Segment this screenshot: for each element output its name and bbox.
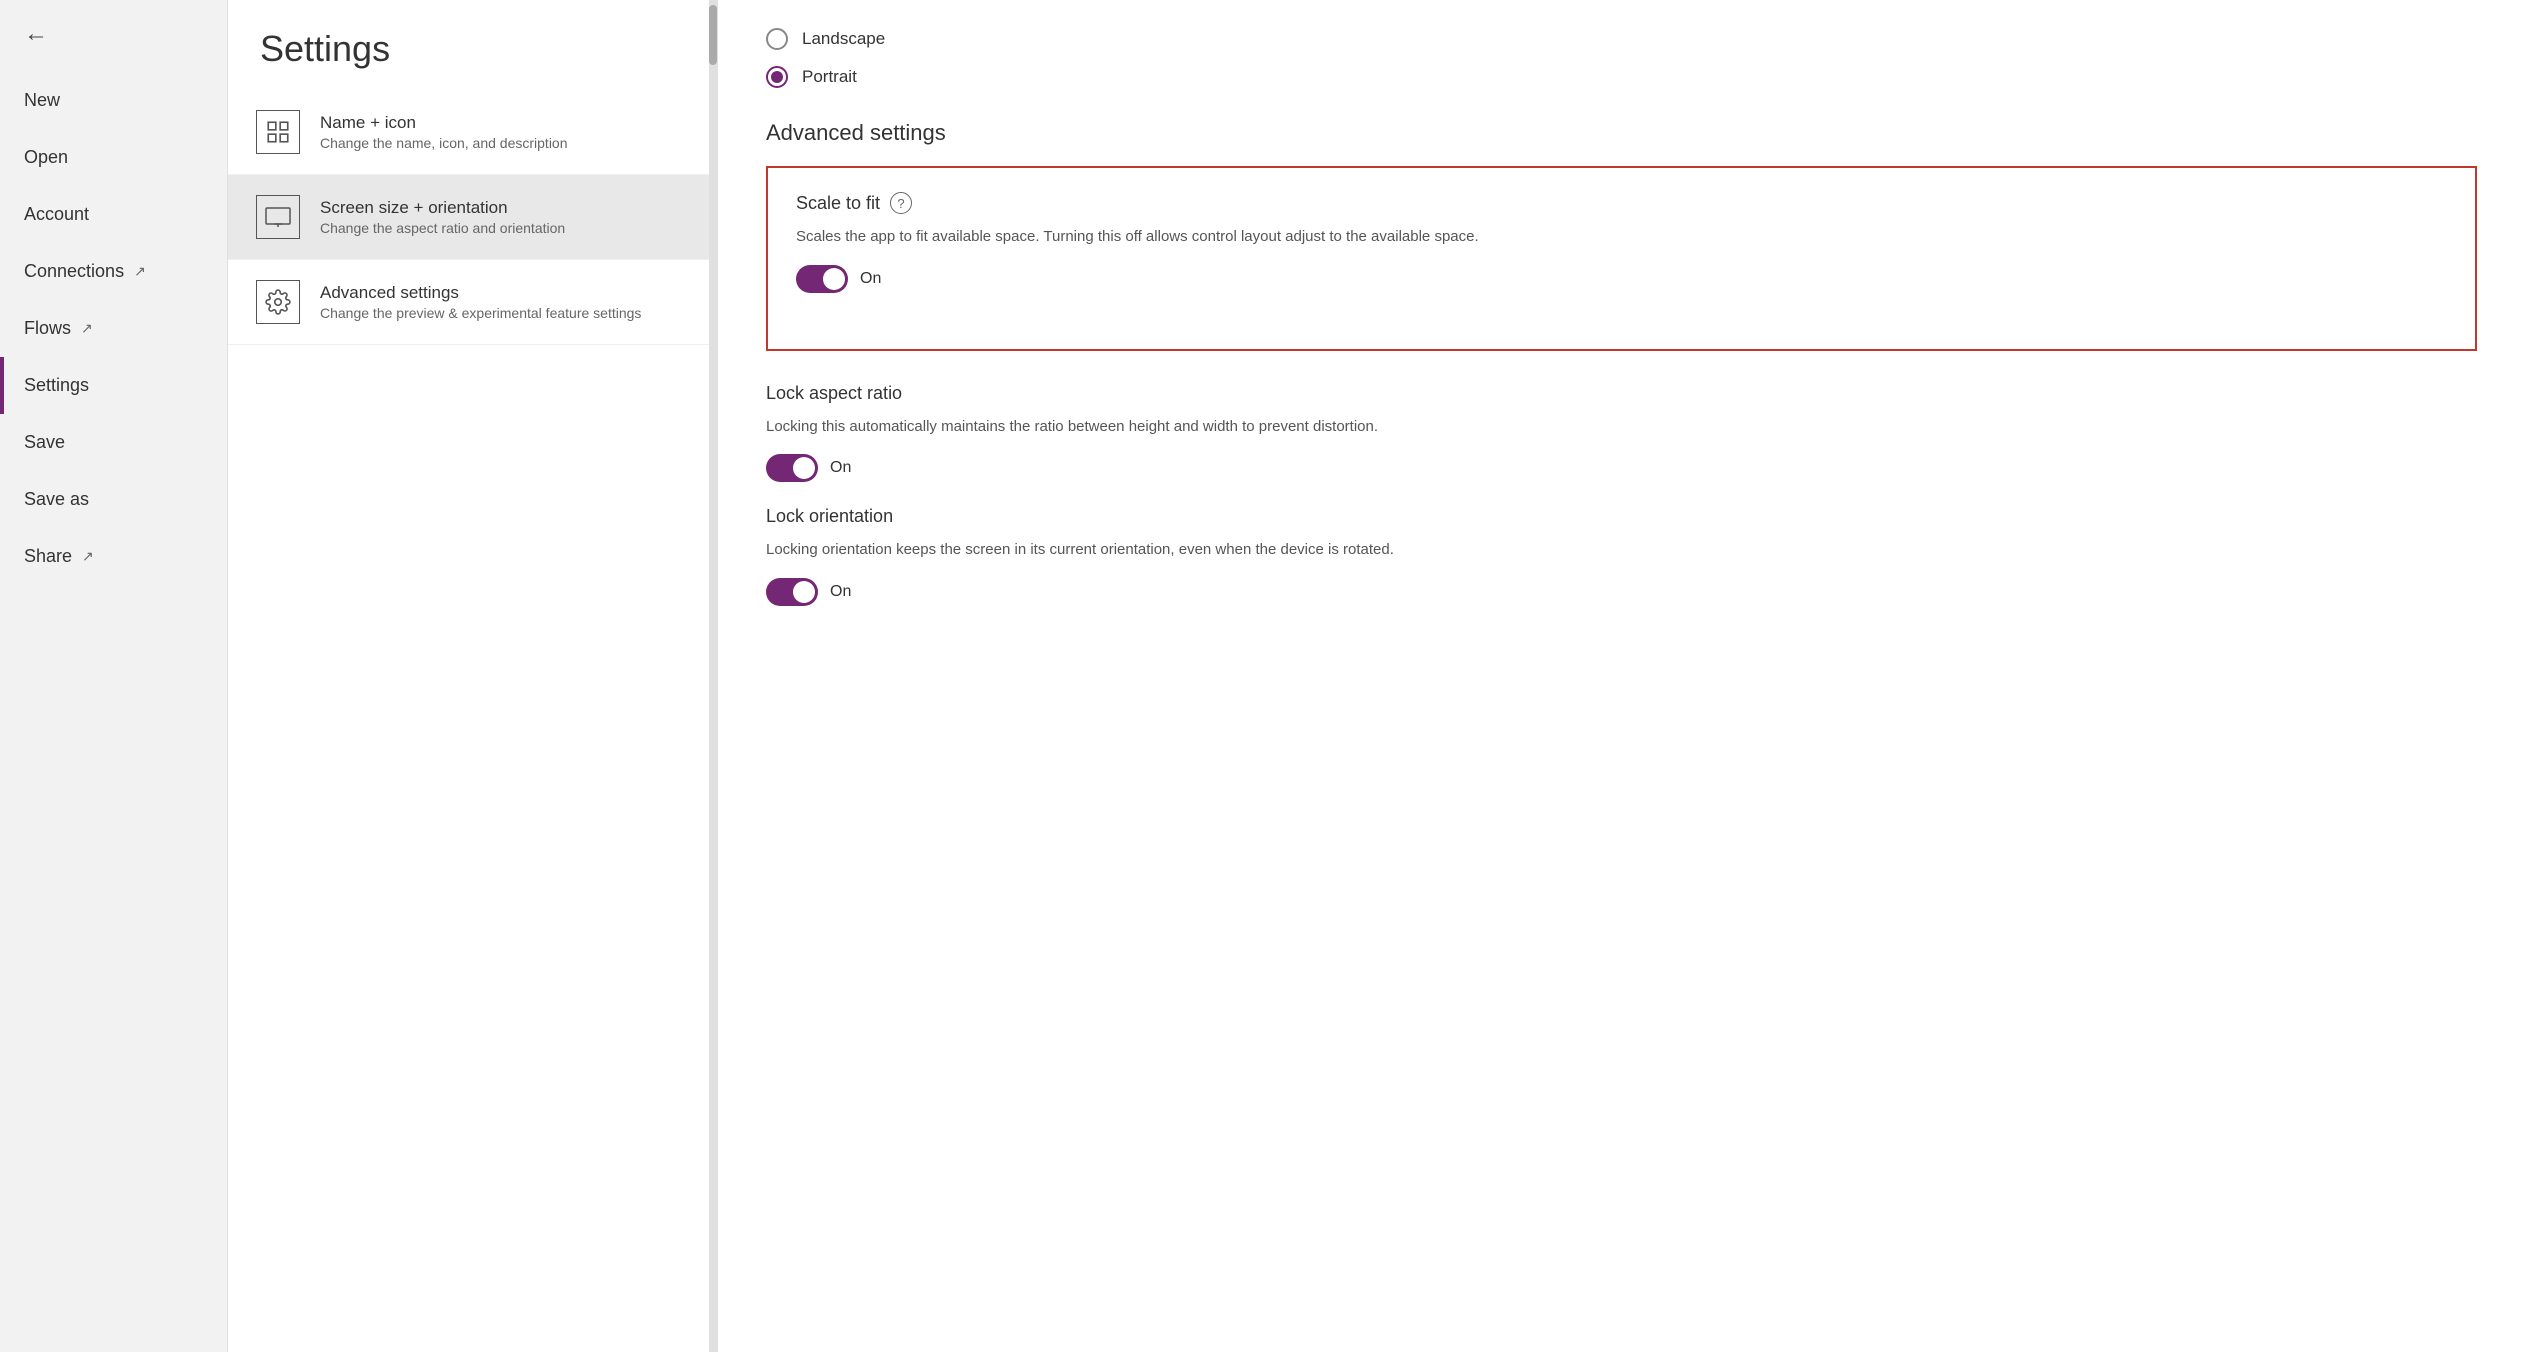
settings-nav-name-icon-text: Name + icon Change the name, icon, and d… — [320, 113, 568, 151]
sidebar-item-connections[interactable]: Connections ↗ — [0, 243, 227, 300]
lock-aspect-ratio-toggle[interactable] — [766, 454, 818, 482]
lock-aspect-ratio-title-row: Lock aspect ratio — [766, 383, 2477, 404]
scrollbar-thumb[interactable] — [709, 5, 717, 65]
advanced-settings-icon — [256, 280, 300, 324]
lock-orientation-description: Locking orientation keeps the screen in … — [766, 539, 2477, 562]
settings-nav-advanced[interactable]: Advanced settings Change the preview & e… — [228, 260, 717, 345]
sidebar-item-save-as-label: Save as — [24, 489, 89, 510]
sidebar: ← New Open Account Connections ↗ Flows ↗… — [0, 0, 228, 1352]
sidebar-item-account[interactable]: Account — [0, 186, 227, 243]
settings-nav-name-icon-subtitle: Change the name, icon, and description — [320, 135, 568, 151]
lock-orientation-title: Lock orientation — [766, 506, 893, 527]
right-panel: Landscape Portrait Advanced settings Sca… — [718, 0, 2525, 1352]
portrait-radio-button[interactable] — [766, 66, 788, 88]
external-link-icon: ↗ — [134, 263, 146, 280]
back-arrow-icon: ← — [24, 20, 48, 48]
scale-to-fit-title: Scale to fit — [796, 193, 880, 214]
settings-nav-advanced-title: Advanced settings — [320, 283, 641, 303]
external-link-icon: ↗ — [82, 548, 94, 565]
portrait-radio-item[interactable]: Portrait — [766, 66, 2477, 88]
sidebar-item-account-label: Account — [24, 204, 89, 225]
back-button[interactable]: ← — [0, 0, 227, 72]
sidebar-item-share-label: Share — [24, 546, 72, 567]
sidebar-item-settings-label: Settings — [24, 375, 89, 396]
lock-orientation-title-row: Lock orientation — [766, 506, 2477, 527]
screen-size-icon — [256, 195, 300, 239]
lock-orientation-toggle-label: On — [830, 583, 851, 601]
settings-nav-advanced-text: Advanced settings Change the preview & e… — [320, 283, 641, 321]
landscape-radio-button[interactable] — [766, 28, 788, 50]
orientation-radio-group: Landscape Portrait — [766, 28, 2477, 88]
lock-aspect-ratio-toggle-label: On — [830, 459, 851, 477]
lock-aspect-ratio-toggle-thumb — [793, 457, 815, 479]
settings-nav-advanced-subtitle: Change the preview & experimental featur… — [320, 305, 641, 321]
scale-to-fit-help-icon[interactable]: ? — [890, 192, 912, 214]
lock-orientation-toggle-row: On — [766, 578, 2477, 606]
sidebar-item-connections-label: Connections — [24, 261, 124, 282]
sidebar-item-flows-label: Flows — [24, 318, 71, 339]
sidebar-item-save-as[interactable]: Save as — [0, 471, 227, 528]
scale-to-fit-block: Scale to fit ? Scales the app to fit ava… — [796, 192, 2447, 293]
settings-nav-name-icon-title: Name + icon — [320, 113, 568, 133]
settings-nav-screen-size[interactable]: Screen size + orientation Change the asp… — [228, 175, 717, 260]
scrollbar-track[interactable] — [709, 0, 717, 1352]
sidebar-item-new[interactable]: New — [0, 72, 227, 129]
scale-to-fit-toggle-label: On — [860, 270, 881, 288]
settings-nav-screen-size-text: Screen size + orientation Change the asp… — [320, 198, 565, 236]
sidebar-item-flows[interactable]: Flows ↗ — [0, 300, 227, 357]
sidebar-item-new-label: New — [24, 90, 60, 111]
center-panel: Settings Name + icon Change the name, ic… — [228, 0, 718, 1352]
portrait-radio-label: Portrait — [802, 67, 857, 87]
landscape-radio-label: Landscape — [802, 29, 885, 49]
advanced-settings-heading: Advanced settings — [766, 120, 2477, 146]
scale-to-fit-description: Scales the app to fit available space. T… — [796, 226, 2447, 249]
settings-nav-screen-size-subtitle: Change the aspect ratio and orientation — [320, 220, 565, 236]
name-icon-icon — [256, 110, 300, 154]
lock-orientation-block: Lock orientation Locking orientation kee… — [766, 506, 2477, 606]
scale-to-fit-toggle[interactable] — [796, 265, 848, 293]
sidebar-item-settings[interactable]: Settings — [0, 357, 227, 414]
sidebar-item-share[interactable]: Share ↗ — [0, 528, 227, 585]
settings-nav-name-icon[interactable]: Name + icon Change the name, icon, and d… — [228, 90, 717, 175]
lock-aspect-ratio-description: Locking this automatically maintains the… — [766, 416, 2477, 439]
lock-aspect-ratio-title: Lock aspect ratio — [766, 383, 902, 404]
lock-aspect-ratio-toggle-row: On — [766, 454, 2477, 482]
settings-nav-screen-size-title: Screen size + orientation — [320, 198, 565, 218]
landscape-radio-item[interactable]: Landscape — [766, 28, 2477, 50]
lock-orientation-toggle-thumb — [793, 581, 815, 603]
scale-to-fit-toggle-row: On — [796, 265, 2447, 293]
sidebar-item-open[interactable]: Open — [0, 129, 227, 186]
lock-aspect-ratio-block: Lock aspect ratio Locking this automatic… — [766, 383, 2477, 483]
scale-to-fit-box: Scale to fit ? Scales the app to fit ava… — [766, 166, 2477, 351]
scale-to-fit-toggle-thumb — [823, 268, 845, 290]
page-title: Settings — [228, 0, 717, 90]
lock-orientation-toggle[interactable] — [766, 578, 818, 606]
sidebar-item-save[interactable]: Save — [0, 414, 227, 471]
sidebar-item-open-label: Open — [24, 147, 68, 168]
scale-to-fit-title-row: Scale to fit ? — [796, 192, 2447, 214]
external-link-icon: ↗ — [81, 320, 93, 337]
sidebar-item-save-label: Save — [24, 432, 65, 453]
